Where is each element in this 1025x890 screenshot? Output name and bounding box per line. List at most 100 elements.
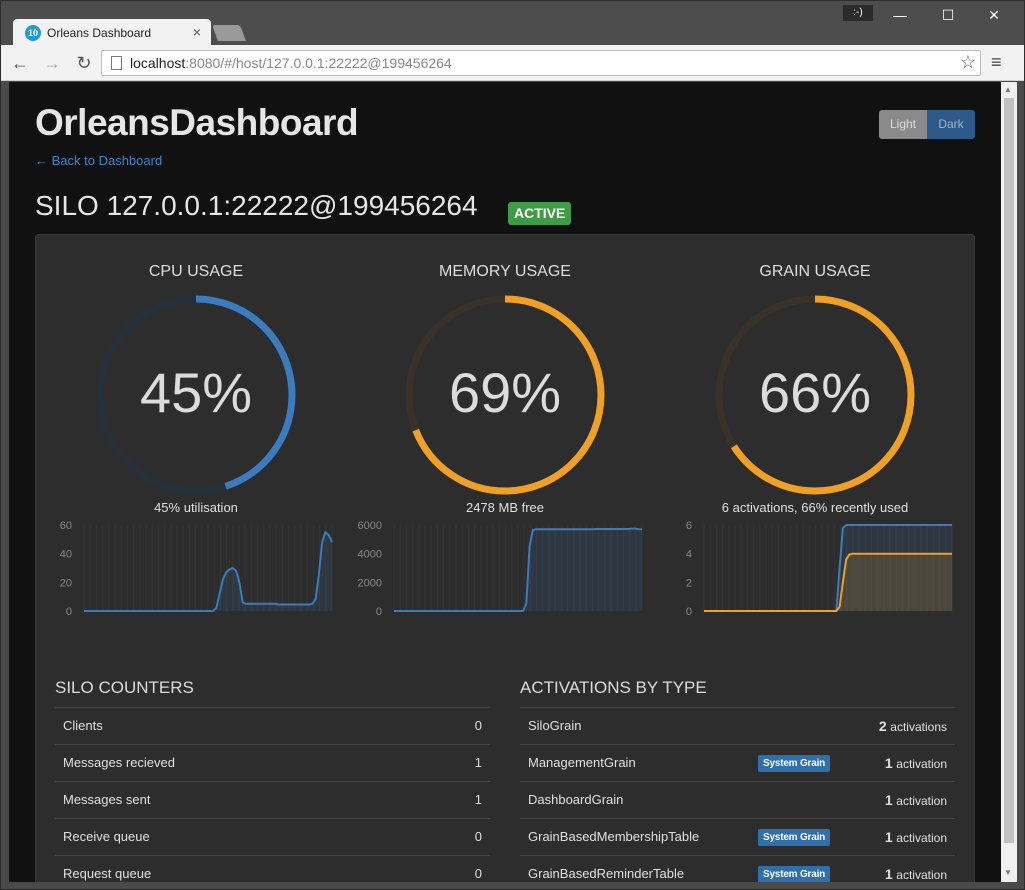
counter-value: 0 (474, 829, 482, 844)
y-tick-label: 4000 (358, 549, 382, 561)
activation-count: 1 activation (885, 866, 947, 882)
profile-button[interactable]: :-) (843, 5, 873, 21)
tab-close-icon[interactable]: × (193, 24, 201, 40)
grain-type-label[interactable]: ManagementGrain (528, 755, 636, 770)
silo-counters-title: SILO COUNTERS (55, 678, 194, 697)
system-grain-badge: System Grain (758, 866, 831, 882)
silo-counters-table: Clients 0 Messages recieved 1 Messages sen… (55, 707, 490, 882)
y-tick-label: 6 (686, 521, 692, 532)
y-tick-label: 40 (60, 549, 72, 561)
url-text[interactable]: localhost:8080/#/host/127.0.0.1:22222@19… (130, 55, 452, 71)
minimize-button[interactable]: — (877, 5, 923, 25)
activation-count: 1 activation (885, 755, 947, 771)
url-host: localhost (130, 55, 186, 71)
table-row: Messages sent 1 (55, 781, 490, 818)
bookmark-star-icon[interactable]: ☆ (960, 52, 976, 73)
y-tick-label: 20 (60, 577, 72, 589)
counter-value: 1 (474, 755, 482, 770)
table-row: Request queue 0 (55, 855, 490, 882)
page-viewport: OrleansDashboard ← Back to Dashboard Lig… (9, 82, 1001, 882)
activation-count-number: 1 (884, 792, 893, 808)
table-row: SiloGrain 2 activations (520, 707, 955, 744)
brand-title: OrleansDashboard (35, 102, 359, 143)
activation-count-unit: activation (896, 794, 947, 808)
table-row: Receive queue 0 (55, 818, 490, 855)
activation-count: 1 activation (885, 792, 947, 808)
y-tick-label: 2000 (358, 577, 382, 589)
system-grain-badge: System Grain (758, 829, 831, 846)
cpu-gauge-value: 45% (139, 361, 253, 424)
y-tick-label: 2 (686, 577, 692, 589)
maximize-button[interactable]: ☐ (925, 5, 971, 25)
counter-label: Messages sent (63, 792, 151, 807)
theme-switch: Light Dark (879, 110, 975, 139)
back-arrow-icon[interactable]: ← (9, 52, 31, 74)
cpu-gauge-subtitle: 45% utilisation (154, 500, 238, 515)
url-path: :8080/#/host/127.0.0.1:22222@199456264 (185, 55, 452, 71)
theme-light-button[interactable]: Light (879, 110, 927, 139)
activation-count-number: 1 (884, 829, 893, 845)
grain-type-label[interactable]: DashboardGrain (528, 792, 623, 807)
grain-type-label[interactable]: SiloGrain (528, 718, 581, 733)
counter-label: Receive queue (63, 829, 150, 844)
table-row: Messages recieved 1 (55, 744, 490, 781)
counter-label: Messages recieved (63, 755, 175, 770)
browser-window: 10 Orleans Dashboard × :-) — ☐ ✕ ← → ↻ l… (0, 0, 1025, 890)
activation-count-unit: activations (890, 720, 947, 734)
tab-title: Orleans Dashboard (47, 26, 152, 40)
title-bar: 10 Orleans Dashboard × :-) — ☐ ✕ (1, 1, 1024, 46)
silo-panel: CPU USAGE 45% 45% utilisation MEMORY USA… (35, 234, 975, 882)
menu-icon[interactable]: ≡ (991, 52, 1002, 73)
y-tick-label: 6000 (358, 521, 382, 532)
memory-gauge-title: MEMORY USAGE (439, 263, 571, 280)
table-row: Clients 0 (55, 707, 490, 744)
browser-tab[interactable]: 10 Orleans Dashboard × (13, 19, 211, 46)
table-row: GrainBasedReminderTable System Grain 1 a… (520, 855, 955, 882)
grain-type-label[interactable]: GrainBasedMembershipTable (528, 829, 699, 844)
activation-count-unit: activation (896, 868, 947, 882)
y-tick-label: 4 (686, 549, 692, 561)
activation-count-number: 2 (878, 718, 887, 734)
memory-gauge-value: 69% (448, 361, 562, 424)
address-bar[interactable]: localhost:8080/#/host/127.0.0.1:22222@19… (101, 50, 981, 76)
y-tick-label: 0 (66, 606, 72, 618)
activation-count: 2 activations (879, 718, 947, 734)
scroll-up-icon[interactable]: ▲ (1004, 85, 1012, 94)
forward-arrow-icon[interactable]: → (41, 52, 63, 74)
grain-history-chart: 0 2 4 6 (686, 521, 953, 618)
grain-gauge-subtitle: 6 activations, 66% recently used (721, 500, 909, 515)
silo-title: SILO 127.0.0.1:22222@199456264 (35, 190, 478, 221)
new-tab-button[interactable] (212, 25, 246, 41)
grain-gauge-value: 66% (758, 361, 872, 424)
scrollbar-thumb[interactable] (1004, 98, 1014, 843)
close-window-button[interactable]: ✕ (971, 5, 1017, 25)
counter-label: Request queue (63, 866, 152, 881)
memory-gauge-subtitle: 2478 MB free (465, 500, 545, 515)
page-icon (111, 56, 122, 70)
activations-table: SiloGrain 2 activations ManagementGrain … (520, 707, 955, 882)
activation-count-unit: activation (896, 831, 947, 845)
memory-history-chart: 0 2000 4000 6000 (358, 521, 643, 618)
grain-gauge-title: GRAIN USAGE (759, 263, 871, 280)
status-badge: ACTIVE (508, 202, 572, 225)
browser-toolbar: ← → ↻ localhost:8080/#/host/127.0.0.1:22… (1, 45, 1024, 81)
counter-label: Clients (63, 718, 103, 733)
cpu-history-chart: 0 20 40 60 (60, 521, 333, 618)
counter-value: 0 (474, 866, 482, 881)
counter-value: 1 (474, 792, 482, 807)
grain-type-label[interactable]: GrainBasedReminderTable (528, 866, 684, 881)
table-row: GrainBasedMembershipTable System Grain 1… (520, 818, 955, 855)
vertical-scrollbar[interactable]: ▲ ▼ (1001, 82, 1017, 882)
activation-count: 1 activation (885, 829, 947, 845)
table-row: DashboardGrain 1 activation (520, 781, 955, 818)
counter-value: 0 (474, 718, 482, 733)
y-tick-label: 0 (686, 606, 692, 618)
activations-by-type-title: ACTIVATIONS BY TYPE (520, 678, 707, 697)
reload-icon[interactable]: ↻ (73, 52, 95, 74)
y-tick-label: 0 (376, 606, 382, 618)
cpu-gauge-title: CPU USAGE (148, 263, 244, 280)
table-row: ManagementGrain System Grain 1 activatio… (520, 744, 955, 781)
back-to-dashboard-link[interactable]: ← Back to Dashboard (35, 153, 162, 168)
scroll-down-icon[interactable]: ▼ (1004, 868, 1012, 877)
theme-dark-button[interactable]: Dark (927, 110, 975, 139)
